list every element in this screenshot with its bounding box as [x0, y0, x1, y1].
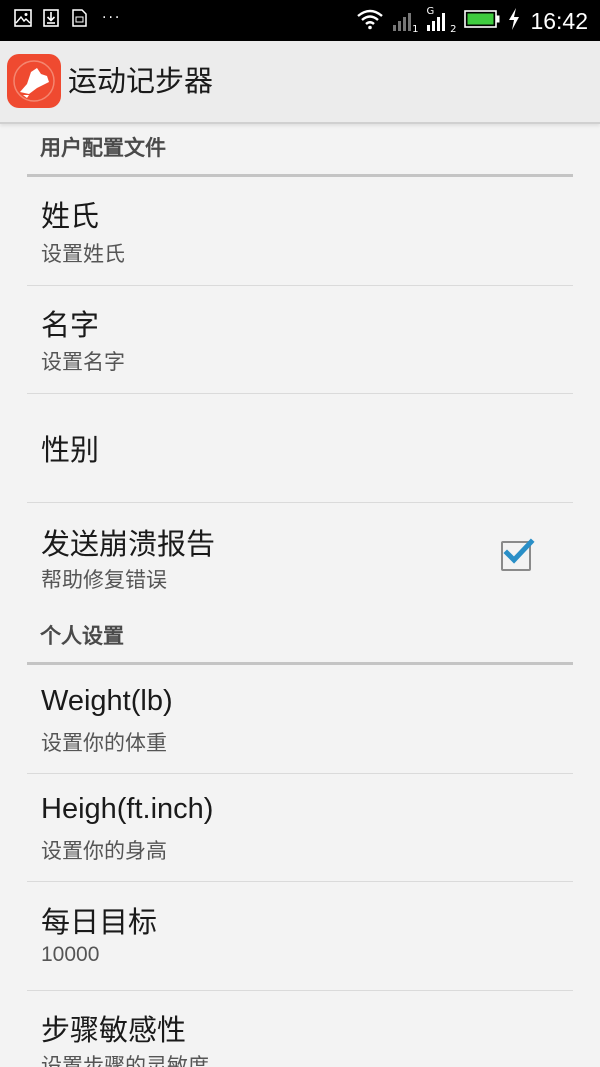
pref-daily-goal[interactable]: 每日目标 10000	[27, 882, 573, 991]
app-bar: 运动记步器	[0, 41, 600, 124]
pref-height[interactable]: Heigh(ft.inch) 设置你的身高	[27, 773, 573, 882]
pref-summary: 设置名字	[41, 350, 125, 374]
charging-icon	[508, 8, 520, 34]
more-notifications-icon: ···	[102, 10, 122, 26]
pref-first-name[interactable]: 名字 设置名字	[27, 285, 573, 394]
signal-sim2-icon: G 2	[426, 6, 457, 35]
section-header-profile: 用户配置文件	[27, 124, 573, 177]
pref-step-sensitivity[interactable]: 步骤敏感性 设置步骤的灵敏度	[27, 990, 573, 1067]
shoe-icon[interactable]	[7, 54, 61, 108]
signal-sim1-icon: 1	[392, 9, 419, 35]
pref-summary: 设置你的体重	[41, 731, 167, 755]
pref-summary: 帮助修复错误	[41, 568, 167, 592]
pref-gender[interactable]: 性别	[27, 394, 573, 503]
pref-weight[interactable]: Weight(lb) 设置你的体重	[27, 665, 573, 774]
battery-icon	[464, 10, 500, 32]
status-bar: ··· 1 G 2 16:42	[0, 0, 600, 41]
settings-list: 用户配置文件 姓氏 设置姓氏 名字 设置名字 性别 发送崩溃报告 帮助修复错误 …	[0, 124, 600, 1067]
status-bar-notifications: ···	[14, 9, 121, 27]
pref-summary: 设置姓氏	[41, 242, 125, 266]
clock: 16:42	[530, 7, 588, 34]
sim2-label: 2	[450, 24, 457, 35]
pref-summary: 设置你的身高	[41, 839, 167, 863]
status-bar-system: 1 G 2 16:42	[356, 6, 588, 36]
pref-title: 步骤敏感性	[41, 1013, 187, 1047]
pref-title: 发送崩溃报告	[41, 527, 216, 561]
pref-summary: 设置步骤的灵敏度	[41, 1054, 209, 1067]
sim-icon	[70, 9, 88, 27]
network-type-label: G	[426, 6, 435, 17]
pref-title: 名字	[41, 308, 100, 342]
pref-title: 性别	[41, 433, 100, 467]
download-icon	[42, 9, 60, 27]
wifi-icon	[356, 8, 384, 34]
pref-title: 姓氏	[41, 199, 100, 233]
section-header-label: 用户配置文件	[40, 136, 166, 160]
pref-title: 每日目标	[41, 905, 158, 939]
pref-last-name[interactable]: 姓氏 设置姓氏	[27, 177, 573, 286]
pref-summary: 10000	[41, 943, 100, 966]
section-header-personal: 个人设置	[27, 612, 573, 665]
sim1-label: 1	[412, 24, 419, 35]
pref-title: Weight(lb)	[41, 685, 173, 717]
pref-crash-report[interactable]: 发送崩溃报告 帮助修复错误	[27, 502, 573, 606]
image-icon	[14, 9, 32, 27]
pref-title: Heigh(ft.inch)	[41, 793, 214, 825]
app-title: 运动记步器	[68, 64, 214, 98]
checkmark-icon	[503, 538, 535, 564]
section-header-label: 个人设置	[40, 624, 124, 648]
crash-report-checkbox[interactable]	[501, 538, 535, 571]
